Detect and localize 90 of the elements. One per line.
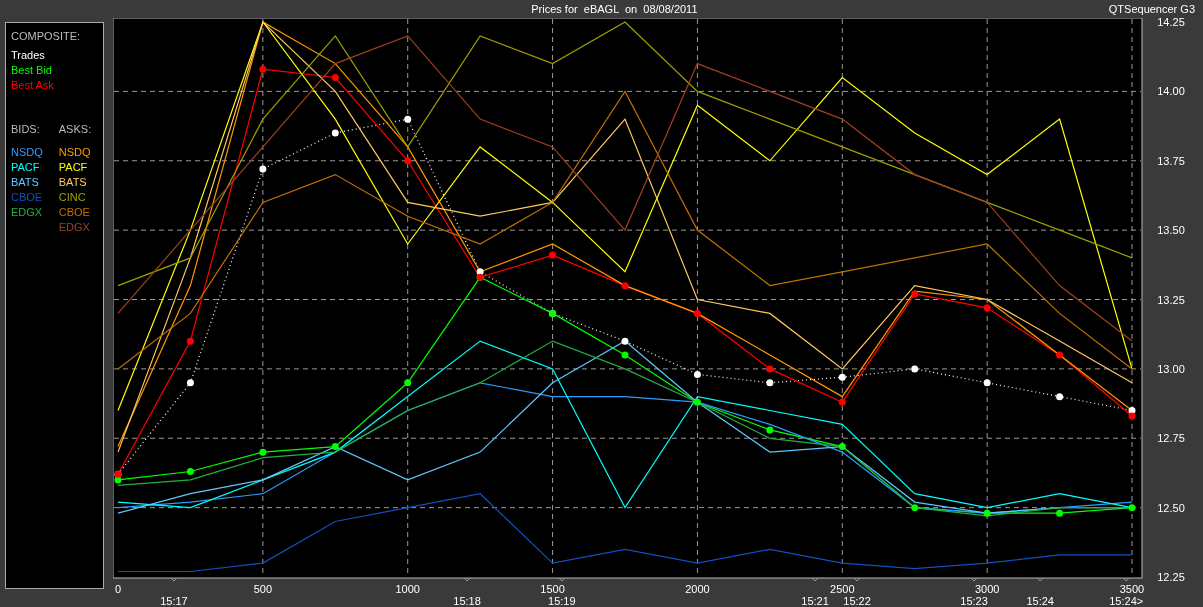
point — [621, 282, 629, 290]
point — [186, 468, 194, 476]
point — [549, 251, 557, 259]
x-axis-label: 1000 — [395, 583, 420, 595]
legend-label: PACF — [11, 160, 41, 175]
point — [259, 165, 267, 173]
y-axis-label: 12.75 — [1157, 432, 1185, 445]
point — [1056, 509, 1064, 517]
point — [1128, 504, 1136, 512]
time-label: 15:21 — [801, 595, 829, 607]
legend-label: Best Ask — [11, 78, 55, 93]
point — [911, 504, 919, 512]
time-marker-icon — [1122, 577, 1130, 582]
legend-heading: COMPOSITE: — [11, 30, 82, 42]
point — [693, 309, 701, 317]
legend-label: Best Bid — [11, 63, 53, 78]
time-marker-icon — [170, 577, 178, 582]
point — [259, 448, 267, 456]
legend-heading: ASKS: — [58, 123, 92, 135]
time-label: 15:18 — [453, 595, 481, 607]
legend-label: BATS — [58, 175, 88, 190]
legend-label: BATS — [11, 175, 40, 190]
x-axis-label: 2500 — [830, 583, 855, 595]
point — [693, 370, 701, 378]
y-axis-label: 13.50 — [1157, 224, 1185, 237]
time-label: 15:24> — [1109, 595, 1144, 607]
y-axis-label: 12.50 — [1157, 501, 1185, 514]
y-axis-label: 13.00 — [1157, 362, 1185, 375]
point — [331, 74, 339, 81]
point — [404, 379, 412, 387]
x-axis-label: 3000 — [974, 583, 1000, 595]
time-marker-icon — [811, 577, 819, 582]
legend-label: PACF — [58, 160, 89, 175]
legend-label: EDGX — [58, 220, 91, 235]
legend-heading: BIDS: — [11, 123, 41, 135]
y-axis-label: 13.25 — [1157, 293, 1185, 306]
point — [766, 365, 774, 373]
point — [186, 379, 194, 387]
legend-label: CBOE — [11, 190, 43, 205]
time-label: 15:23 — [960, 595, 988, 607]
chart-title: Prices for eBAGL on 08/08/2011 — [530, 3, 699, 15]
point — [404, 115, 412, 123]
legend-label: CBOE — [58, 205, 91, 220]
point — [476, 268, 484, 276]
time-label: 15:17 — [160, 595, 188, 607]
point — [838, 373, 846, 381]
x-axis-label: 2000 — [685, 583, 710, 595]
y-axis-label: 12.25 — [1157, 571, 1185, 583]
point — [1128, 412, 1136, 420]
point — [404, 157, 412, 165]
point — [1056, 351, 1064, 359]
legend-label: EDGX — [11, 205, 43, 220]
time-label: 15:19 — [548, 595, 576, 607]
point — [838, 443, 846, 451]
y-axis-label: 13.75 — [1157, 154, 1185, 167]
x-axis-label: 0 — [114, 583, 122, 595]
time-marker-icon — [853, 577, 861, 582]
point — [186, 337, 194, 345]
x-axis-label: 3500 — [1119, 583, 1145, 595]
y-axis-label: 14.25 — [1157, 18, 1185, 28]
time-marker-icon — [558, 577, 566, 582]
legend-label: NSDQ — [11, 145, 43, 160]
point — [983, 509, 991, 517]
point — [331, 129, 339, 137]
point — [1128, 407, 1136, 414]
point — [983, 304, 991, 312]
time-marker-icon — [463, 577, 471, 582]
time-label: 15:24 — [1026, 595, 1054, 607]
point — [621, 337, 629, 345]
point — [259, 65, 267, 73]
time-marker-icon — [1036, 577, 1044, 582]
x-axis-label: 500 — [253, 583, 273, 595]
point — [331, 443, 339, 451]
legend-label: Trades — [11, 48, 46, 63]
point — [766, 426, 774, 434]
app-name: QTSequencer G3 — [1108, 3, 1195, 15]
point — [621, 351, 629, 359]
point — [1056, 393, 1064, 401]
point — [693, 398, 701, 406]
legend-label: NSDQ — [58, 145, 92, 160]
time-label: 15:22 — [843, 595, 871, 607]
point — [911, 365, 919, 373]
x-axis-label: 1500 — [540, 583, 565, 595]
time-marker-icon — [970, 577, 978, 582]
point — [911, 290, 919, 298]
y-axis-label: 14.00 — [1157, 85, 1185, 98]
point — [766, 379, 774, 387]
legend-label: CINC — [58, 190, 87, 205]
point — [983, 379, 991, 387]
point — [838, 398, 846, 406]
